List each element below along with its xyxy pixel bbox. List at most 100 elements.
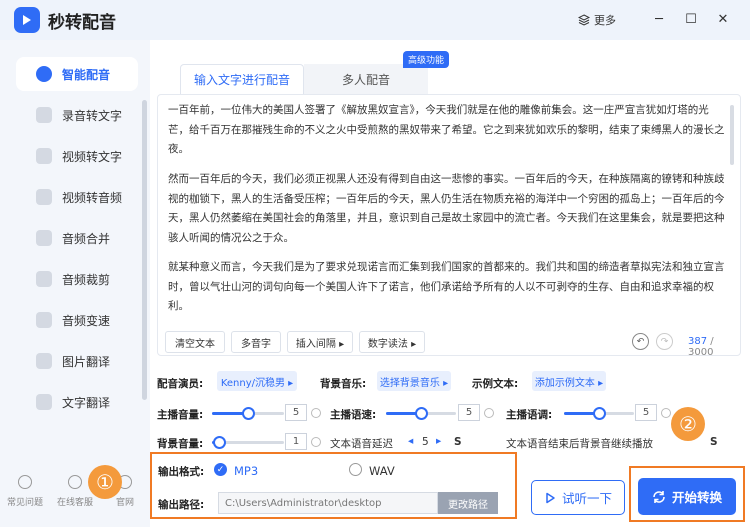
merge-icon [36, 230, 52, 246]
sidebar-item-video-to-text[interactable]: 视频转文字 [16, 139, 138, 173]
sidebar-item-text-translate[interactable]: 文字翻译 [16, 385, 138, 419]
video-text-icon [36, 148, 52, 164]
smart-dubbing-icon [36, 66, 52, 82]
volume-slider-knob[interactable] [242, 407, 255, 420]
tab-bar: 输入文字进行配音 多人配音 [180, 64, 428, 94]
step-two-marker: ② [671, 407, 705, 441]
convert-icon [653, 490, 665, 503]
preview-button[interactable]: 试听一下 [531, 480, 625, 515]
sidebar-item-smart-dubbing[interactable]: 智能配音 [16, 57, 138, 91]
paragraph-2: 然而一百年后的今天，我们必须正视黑人还没有得到自由这一悲惨的事实。一百年后的今天… [168, 170, 728, 248]
sample-select[interactable]: 添加示例文本 ▸ [532, 371, 606, 391]
volume-slider[interactable] [212, 407, 284, 420]
more-label: 更多 [594, 14, 616, 27]
sidebar-item-label: 音频合并 [62, 231, 111, 246]
sidebar-item-label: 图片翻译 [62, 354, 111, 369]
cut-icon [36, 271, 52, 287]
sidebar-item-label: 文字翻译 [62, 395, 111, 410]
volume-value[interactable]: 5 [285, 404, 307, 421]
delay-label: 文本语音延迟 [330, 438, 393, 450]
continue-label: 文本语音结束后背景音继续播放 [506, 438, 653, 450]
char-count-current: 387 [688, 336, 708, 347]
sidebar-item-audio-speed[interactable]: 音频变速 [16, 303, 138, 337]
output-path-input[interactable]: C:\Users\Administrator\desktop [218, 492, 438, 514]
maximize-button[interactable]: ☐ [682, 10, 700, 28]
delay-decrease-icon[interactable]: ◂ [408, 435, 413, 447]
start-convert-button[interactable]: 开始转换 [638, 478, 736, 515]
speed-slider[interactable] [386, 407, 456, 420]
bgm-select[interactable]: 选择背景音乐 ▸ [377, 371, 451, 391]
text-line: 然而一百年后的今天，我们必须正视黑人还没有得到自由这一悲惨的事实。一百年后的今天… [168, 173, 725, 185]
text-line: 利。 [168, 300, 189, 312]
play-icon [546, 492, 555, 503]
redo-icon[interactable]: ↷ [656, 333, 673, 350]
polyphone-button[interactable]: 多音字 [231, 331, 281, 353]
tab-multi-dubbing[interactable]: 多人配音 [304, 64, 428, 94]
text-editor[interactable]: 一百年前，一位伟大的美国人签署了《解放黑奴宣言》，今天我们就是在他的雕像前集会。… [157, 94, 741, 358]
clear-text-button[interactable]: 清空文本 [165, 331, 225, 353]
sidebar-scrollbar[interactable] [142, 100, 147, 400]
bg-volume-slider[interactable] [212, 436, 284, 449]
help-icon [18, 475, 32, 489]
text-line: 一百年前，一位伟大的美国人签署了《解放黑奴宣言》，今天我们就是在他的雕像前集会。… [168, 104, 709, 116]
volume-label: 主播音量: [157, 409, 204, 421]
undo-icon[interactable]: ↶ [632, 333, 649, 350]
delay-unit: S [454, 436, 462, 448]
bg-volume-value[interactable]: 1 [285, 433, 307, 450]
paragraph-1: 一百年前，一位伟大的美国人签署了《解放黑奴宣言》，今天我们就是在他的雕像前集会。… [168, 101, 728, 160]
pitch-slider-knob[interactable] [593, 407, 606, 420]
pitch-reset-icon[interactable] [661, 408, 671, 418]
delay-increase-icon[interactable]: ▸ [436, 435, 441, 447]
text-line: 芒，给千百万在那摧残生命的不义之火中受煎熬的黑奴带来了希望。它之到来犹如欢乐的黎… [168, 123, 725, 136]
pitch-value[interactable]: 5 [635, 404, 657, 421]
speed-label: 主播语速: [330, 409, 377, 421]
sidebar-item-image-translate[interactable]: 图片翻译 [16, 344, 138, 378]
text-line: 夜。 [168, 143, 189, 155]
bg-volume-slider-knob[interactable] [213, 436, 227, 449]
mp3-radio[interactable]: ✓ [214, 463, 227, 476]
sidebar-item-video-to-audio[interactable]: 视频转音频 [16, 180, 138, 214]
speed-value[interactable]: 5 [458, 404, 480, 421]
path-label: 输出路径: [158, 499, 205, 511]
sidebar-item-recording-to-text[interactable]: 录音转文字 [16, 98, 138, 132]
format-label: 输出格式: [158, 466, 205, 478]
pitch-label: 主播语调: [506, 409, 553, 421]
image-translate-icon [36, 353, 52, 369]
wav-label[interactable]: WAV [369, 464, 395, 478]
volume-reset-icon[interactable] [311, 408, 321, 418]
pitch-slider[interactable] [564, 407, 634, 420]
bg-volume-reset-icon[interactable] [311, 437, 321, 447]
sidebar-item-audio-merge[interactable]: 音频合并 [16, 221, 138, 255]
sidebar-item-label: 音频变速 [62, 313, 111, 328]
mp3-label[interactable]: MP3 [234, 464, 258, 478]
text-line: 时，曾以气壮山河的词句向每一个美国人许下了诺言，他们承诺给予所有的人以不可剥夺的… [168, 280, 714, 293]
wav-radio[interactable] [349, 463, 362, 476]
delay-value[interactable]: 5 [422, 436, 429, 448]
voice-select[interactable]: Kenny/沉稳男 ▸ [217, 371, 297, 391]
text-translate-icon [36, 394, 52, 410]
tab-text-dubbing[interactable]: 输入文字进行配音 [180, 64, 304, 94]
text-line: 骇人听闻的情况公之于众。 [168, 231, 294, 244]
sidebar-item-label: 视频转文字 [62, 149, 123, 164]
speed-slider-knob[interactable] [415, 407, 428, 420]
sidebar-item-label: 视频转音频 [62, 190, 123, 205]
more-button[interactable]: 更多 [578, 12, 616, 28]
editor-scrollbar[interactable] [730, 105, 734, 165]
sidebar-item-audio-cut[interactable]: 音频裁剪 [16, 262, 138, 296]
voice-label: 配音演员: [157, 378, 204, 390]
speed-icon [36, 312, 52, 328]
start-label: 开始转换 [671, 490, 722, 505]
number-reading-button[interactable]: 数字读法 ▸ [359, 331, 425, 353]
bg-volume-label: 背景音量: [157, 438, 204, 450]
minimize-button[interactable]: ─ [650, 10, 668, 28]
help-link[interactable]: 常见问题 [0, 475, 50, 508]
step-one-marker: ① [88, 465, 122, 499]
insert-pause-button[interactable]: 插入间隔 ▸ [287, 331, 353, 353]
text-line: 视的枷锁下，黑人的生活备受压榨；一百年后的今天，黑人仍生活在物质充裕的海洋中一个… [168, 192, 725, 205]
change-path-button[interactable]: 更改路径 [438, 492, 498, 514]
speed-reset-icon[interactable] [484, 408, 494, 418]
service-label: 在线客服 [56, 498, 93, 508]
layers-icon [578, 14, 590, 26]
sidebar-item-label: 录音转文字 [62, 108, 123, 123]
close-button[interactable]: ✕ [714, 10, 732, 28]
